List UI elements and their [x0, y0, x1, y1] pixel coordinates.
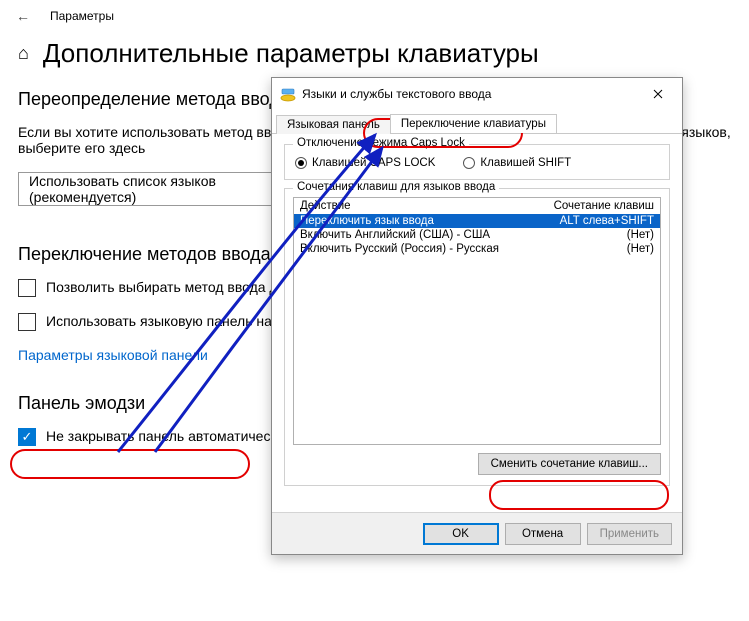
tab-keyboard-switch[interactable]: Переключение клавиатуры: [390, 114, 557, 133]
hotkey-action: Включить Русский (Россия) - Русская: [300, 243, 534, 255]
apply-button[interactable]: Применить: [587, 523, 672, 545]
back-icon[interactable]: ←: [16, 8, 30, 24]
hotkey-row[interactable]: Включить Русский (Россия) - Русская(Нет): [294, 242, 660, 256]
hotkey-keys: (Нет): [534, 243, 654, 255]
page-title: Дополнительные параметры клавиатуры: [43, 38, 539, 69]
tab-language-panel[interactable]: Языковая панель: [276, 115, 391, 134]
hotkeys-legend: Сочетания клавиш для языков ввода: [293, 181, 499, 193]
hotkeys-listbox[interactable]: Действие Сочетание клавиш Переключить яз…: [293, 197, 661, 445]
hotkey-action: Включить Английский (США) - США: [300, 229, 534, 241]
cancel-button[interactable]: Отмена: [505, 523, 581, 545]
dialog-title: Языки и службы текстового ввода: [302, 87, 638, 101]
change-hotkey-button[interactable]: Сменить сочетание клавиш...: [478, 453, 661, 475]
hotkey-keys: ALT слева+SHIFT: [534, 215, 654, 227]
app-title: Параметры: [50, 9, 114, 23]
radio-shift-label: Клавишей SHIFT: [480, 157, 571, 169]
home-icon[interactable]: ⌂: [18, 43, 29, 64]
radio-caps-lock-label: Клавишей CAPS LOCK: [312, 157, 435, 169]
radio-shift[interactable]: Клавишей SHIFT: [463, 157, 571, 169]
checkbox-emoji-autoclose[interactable]: ✓: [18, 428, 36, 446]
dialog-icon: [280, 86, 296, 102]
radio-caps-lock[interactable]: Клавишей CAPS LOCK: [295, 157, 435, 169]
hotkey-action: Переключить язык ввода: [300, 215, 534, 227]
lang-bar-settings-link[interactable]: Параметры языковой панели: [18, 347, 208, 363]
hotkey-keys: (Нет): [534, 229, 654, 241]
close-button[interactable]: [638, 80, 678, 108]
ok-button[interactable]: OK: [423, 523, 499, 545]
list-header-keys: Сочетание клавиш: [534, 200, 654, 212]
caps-lock-legend: Отключение режима Caps Lock: [293, 137, 469, 149]
text-services-dialog: Языки и службы текстового ввода Языковая…: [271, 77, 683, 555]
hotkey-row[interactable]: Переключить язык вводаALT слева+SHIFT: [294, 214, 660, 228]
list-header-action: Действие: [300, 200, 534, 212]
checkbox-lang-bar[interactable]: [18, 313, 36, 331]
close-icon: [653, 89, 663, 99]
checkbox-per-app[interactable]: [18, 279, 36, 297]
hotkey-row[interactable]: Включить Английский (США) - США(Нет): [294, 228, 660, 242]
annotation-oval-link: [10, 449, 250, 479]
